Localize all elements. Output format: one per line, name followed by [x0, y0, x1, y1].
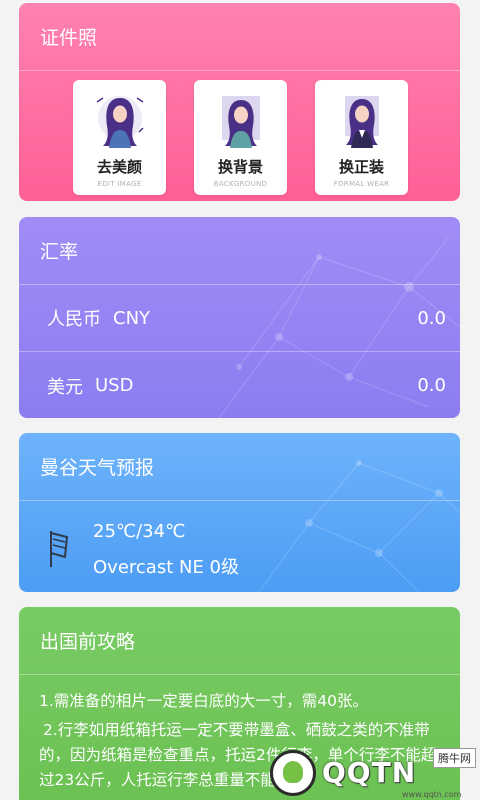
- watermark-text: QQTN: [322, 756, 417, 789]
- weather-temperature: 25℃/34℃: [93, 521, 186, 542]
- watermark-url: www.qqtn.com: [402, 790, 462, 799]
- id-photo-tiles: 去美颜 EDIT IMAGE 换背景 BACKGROUND 换正装 FORMAL: [73, 80, 408, 195]
- exchange-rate-title: 汇率: [19, 217, 460, 285]
- tile-edit-image[interactable]: 去美颜 EDIT IMAGE: [73, 80, 166, 195]
- exchange-rate-card: 汇率 人民币 CNY 0.0 美元 USD 0.0: [19, 217, 460, 418]
- rate-row-cny[interactable]: 人民币 CNY 0.0: [19, 285, 460, 352]
- weather-title: 曼谷天气预报: [19, 433, 460, 501]
- tile-background-label: 换背景: [217, 158, 263, 176]
- windsock-icon: [50, 531, 69, 567]
- tile-edit-image-sub: EDIT IMAGE: [97, 180, 142, 188]
- rate-row-usd[interactable]: 美元 USD 0.0: [19, 352, 460, 418]
- tile-formal-wear[interactable]: 换正装 FORMAL WEAR: [315, 80, 408, 195]
- watermark-logo-icon: [270, 750, 316, 796]
- guide-paragraph-1: 1.需准备的相片一定要白底的大一寸，需40张。: [39, 692, 369, 710]
- weather-description: Overcast NE 0级: [93, 557, 239, 578]
- tile-formal-wear-label: 换正装: [338, 158, 384, 176]
- currency-name: 人民币: [47, 309, 101, 330]
- id-photo-title: 证件照: [19, 3, 460, 71]
- currency-code: CNY: [113, 307, 151, 329]
- tile-formal-wear-sub: FORMAL WEAR: [333, 180, 390, 188]
- woman-portrait-icon: [96, 96, 144, 148]
- watermark-badge: 腾牛网: [433, 748, 476, 768]
- id-photo-card: 证件照 去美颜 EDIT IMAGE 换背景 BACKGROUND 换正装 FO…: [19, 3, 460, 201]
- tile-background[interactable]: 换背景 BACKGROUND: [194, 80, 287, 195]
- woman-formal-wear-icon: [345, 96, 379, 148]
- tile-background-sub: BACKGROUND: [213, 180, 268, 188]
- weather-card[interactable]: 曼谷天气预报 25℃/34℃ Overcast NE 0级: [19, 433, 460, 592]
- travel-guide-title: 出国前攻略: [19, 607, 460, 675]
- currency-value: 0.0: [417, 307, 446, 329]
- site-watermark: QQTN 腾牛网 www.qqtn.com: [260, 742, 480, 800]
- woman-background-icon: [222, 96, 260, 148]
- currency-name: 美元: [47, 376, 83, 398]
- currency-code: USD: [95, 375, 134, 396]
- tile-edit-image-label: 去美颜: [96, 158, 142, 176]
- currency-value: 0.0: [417, 375, 446, 396]
